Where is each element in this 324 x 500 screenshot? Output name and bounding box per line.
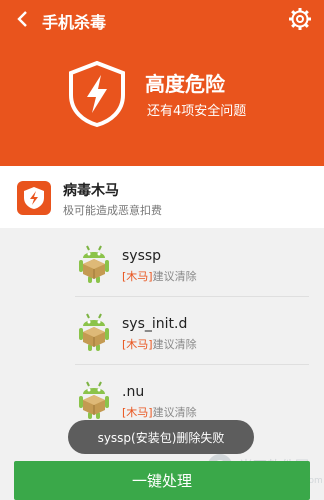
shield-lightning-badge-icon	[17, 181, 51, 215]
item-tag: [木马]	[122, 270, 153, 283]
virus-section-header: 病毒木马 极可能造成恶意扣费	[0, 166, 324, 228]
item-status: [木马]建议清除	[122, 404, 197, 420]
item-advice: 建议清除	[152, 406, 197, 419]
back-arrow-icon[interactable]	[12, 8, 34, 30]
android-box-icon	[78, 380, 110, 420]
gear-icon[interactable]	[288, 7, 312, 31]
section-subtitle: 极可能造成恶意扣费	[63, 204, 162, 217]
item-status: [木马]建议清除	[122, 336, 197, 352]
item-advice: 建议清除	[152, 338, 197, 351]
android-box-icon	[78, 244, 110, 284]
item-name: syssp	[122, 248, 162, 264]
item-advice: 建议清除	[152, 270, 197, 283]
divider	[75, 364, 309, 365]
danger-title: 高度危险	[145, 72, 225, 96]
danger-subtitle: 还有4项安全问题	[147, 104, 247, 119]
list-item[interactable]: syssp [木马]建议清除	[0, 236, 324, 296]
item-status: [木马]建议清除	[122, 268, 197, 284]
divider	[75, 296, 309, 297]
one-click-handle-button[interactable]: 一键处理	[14, 461, 310, 500]
item-name: .nu	[122, 384, 145, 400]
page-title: 手机杀毒	[42, 13, 107, 32]
list-item[interactable]: sys_init.d [木马]建议清除	[0, 304, 324, 364]
item-tag: [木马]	[122, 338, 153, 351]
shield-lightning-icon	[67, 60, 127, 128]
top-bar: 手机杀毒	[0, 0, 324, 38]
toast-message: syssp(安装包)删除失败	[68, 420, 254, 454]
header: 手机杀毒 高度危险 还有4项安全问题	[0, 0, 324, 166]
item-tag: [木马]	[122, 406, 153, 419]
item-name: sys_init.d	[122, 316, 188, 332]
section-title: 病毒木马	[63, 183, 119, 199]
android-box-icon	[78, 312, 110, 352]
